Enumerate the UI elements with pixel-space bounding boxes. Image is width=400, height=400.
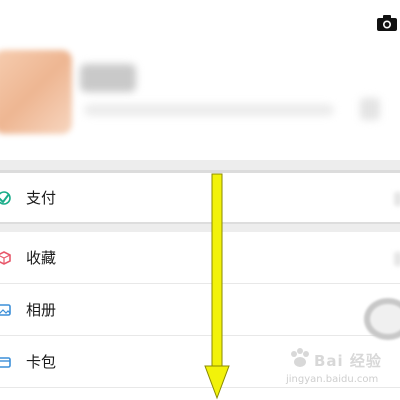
camera-icon[interactable] <box>376 14 398 32</box>
menu-item-label: 收藏 <box>26 249 57 267</box>
album-icon <box>0 304 11 316</box>
baidu-jingyan-watermark: Bai 经验 jingyan.baidu.com <box>284 344 398 396</box>
menu-item-label: 卡包 <box>26 353 57 371</box>
watermark-url: jingyan.baidu.com <box>286 374 379 385</box>
scroll-down-annotation-arrow <box>204 173 230 400</box>
pay-icon <box>0 191 11 205</box>
menu-item-label: 支付 <box>26 189 57 207</box>
menu-item-label: 相册 <box>26 301 57 319</box>
card-wallet-icon <box>0 357 11 368</box>
wechat-id-blurred <box>84 104 334 116</box>
avatar[interactable] <box>0 50 72 134</box>
profile-header[interactable] <box>0 0 400 160</box>
watermark-text: Bai 经验 <box>314 352 382 370</box>
chevron-right-icon <box>394 252 400 266</box>
wechat-me-screen: 支付 收藏 相册 卡包 Bai 经验 jingyan.baidu.com <box>0 0 400 400</box>
chevron-right-icon <box>394 192 400 206</box>
nickname-blurred <box>80 64 136 92</box>
qr-code-icon[interactable] <box>360 98 380 120</box>
paw-icon <box>291 348 309 367</box>
favorites-cube-icon <box>0 251 11 265</box>
